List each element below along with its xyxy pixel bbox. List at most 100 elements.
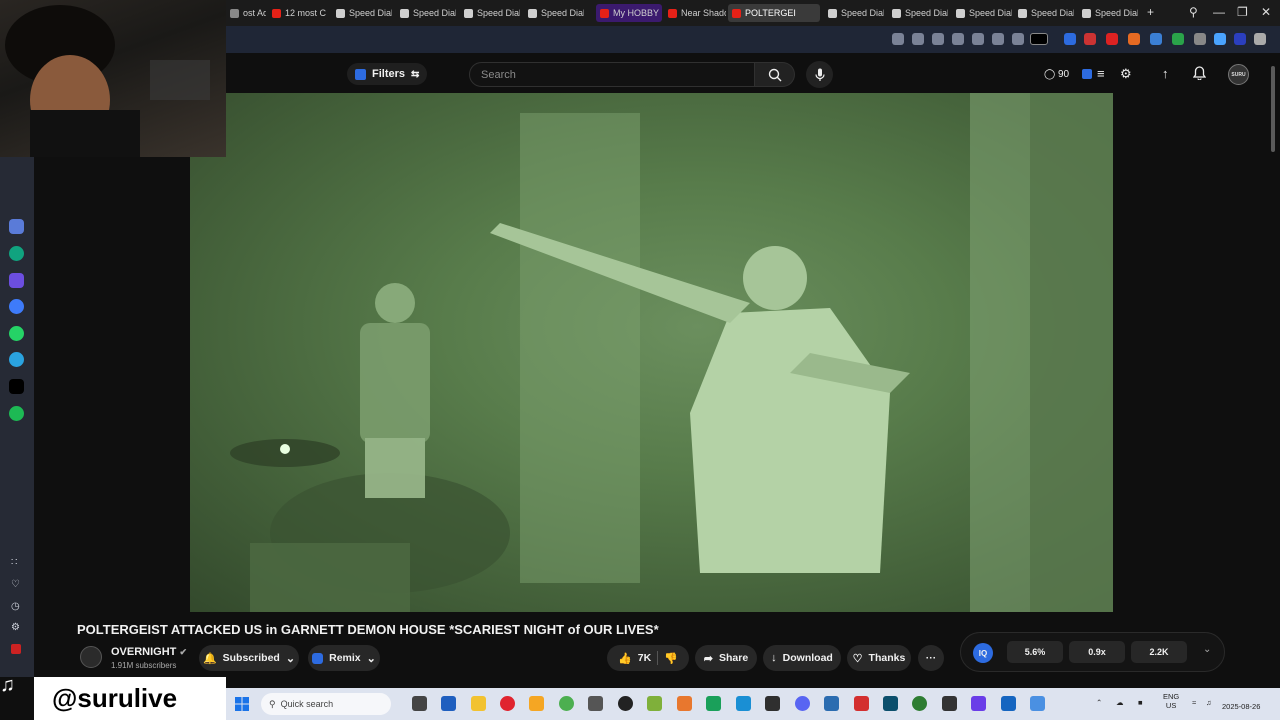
heart-icon[interactable]: ♡ bbox=[11, 579, 20, 590]
whatsapp-icon[interactable] bbox=[9, 326, 24, 341]
app-icon[interactable] bbox=[942, 696, 957, 711]
minimize-icon[interactable]: — bbox=[1213, 5, 1225, 19]
x-icon[interactable] bbox=[9, 379, 24, 394]
rss-icon[interactable] bbox=[1128, 33, 1140, 45]
volume-icon[interactable]: ♫ bbox=[1206, 698, 1212, 707]
download-button[interactable]: ↓ Download bbox=[763, 645, 841, 671]
video-player[interactable] bbox=[190, 93, 1113, 612]
channel-avatar[interactable] bbox=[80, 646, 102, 668]
extension-icon[interactable] bbox=[1194, 33, 1206, 45]
restore-icon[interactable]: ❐ bbox=[1237, 5, 1248, 19]
iq-icon[interactable] bbox=[1082, 69, 1092, 79]
windows-start-icon[interactable] bbox=[235, 697, 249, 711]
browser-tab[interactable]: Speed Dial bbox=[824, 4, 884, 22]
like-dislike-button[interactable]: 👍 7K 👎 bbox=[607, 645, 689, 671]
download-icon[interactable] bbox=[992, 33, 1004, 45]
browser-tab[interactable]: Speed Dial bbox=[1078, 4, 1138, 22]
network-icon[interactable]: ☁ bbox=[1116, 698, 1124, 707]
browser-tab[interactable]: My HOBBY bbox=[596, 4, 662, 22]
messenger-icon[interactable] bbox=[9, 299, 24, 314]
extension-icon[interactable] bbox=[1172, 33, 1184, 45]
grid-icon[interactable]: ∷ bbox=[11, 557, 17, 568]
app-icon[interactable] bbox=[706, 696, 721, 711]
iq-badge[interactable]: IQ bbox=[973, 643, 993, 663]
task-view-icon[interactable] bbox=[412, 696, 427, 711]
clock-icon[interactable]: ◷ bbox=[11, 601, 20, 612]
chevron-down-icon[interactable]: ⌄ bbox=[1203, 644, 1211, 655]
browser-tab-active[interactable]: POLTERGEI bbox=[728, 4, 820, 22]
telegram-icon[interactable] bbox=[9, 352, 24, 367]
browser-tab[interactable]: Speed Dial bbox=[524, 4, 584, 22]
extension-icon[interactable] bbox=[1064, 33, 1076, 45]
extension-icon[interactable] bbox=[1214, 33, 1226, 45]
share-button[interactable]: ➦ Share bbox=[695, 645, 757, 671]
app-icon[interactable] bbox=[1001, 696, 1016, 711]
opera-icon[interactable] bbox=[500, 696, 515, 711]
search-button[interactable] bbox=[755, 62, 795, 87]
browser-tab[interactable]: Near Shado bbox=[664, 4, 726, 22]
notification-count[interactable]: ◯ 90 bbox=[1044, 69, 1069, 80]
app-icon[interactable] bbox=[9, 273, 24, 288]
more-actions-button[interactable]: ··· bbox=[918, 645, 944, 671]
browser-tab[interactable]: Speed Dial bbox=[952, 4, 1012, 22]
voice-search-button[interactable] bbox=[806, 61, 833, 88]
app-icon[interactable] bbox=[559, 696, 574, 711]
app-icon[interactable] bbox=[588, 696, 603, 711]
app-icon[interactable] bbox=[11, 644, 21, 654]
extension-icon[interactable] bbox=[912, 33, 924, 45]
language-indicator[interactable]: ENG US bbox=[1163, 692, 1179, 710]
extension-icon[interactable]: ⚙ bbox=[1120, 66, 1132, 82]
app-icon[interactable] bbox=[971, 696, 986, 711]
app-tray-icon[interactable]: ■ bbox=[1138, 698, 1143, 707]
app-icon[interactable] bbox=[883, 696, 898, 711]
taskbar-search[interactable]: ⚲ Quick search bbox=[261, 693, 391, 715]
browser-tab[interactable]: ost Adve bbox=[226, 4, 266, 22]
channel-name[interactable]: OVERNIGHT ✔ bbox=[111, 646, 187, 658]
browser-tab[interactable]: Speed Dial bbox=[460, 4, 520, 22]
filters-button[interactable]: Filters ⇆ bbox=[347, 63, 428, 85]
app-icon[interactable] bbox=[441, 696, 456, 711]
bell-icon[interactable] bbox=[1192, 66, 1207, 83]
extension-icon[interactable] bbox=[1106, 33, 1118, 45]
extension-icon[interactable] bbox=[1254, 33, 1266, 45]
app-icon[interactable] bbox=[824, 696, 839, 711]
extension-icon[interactable] bbox=[952, 33, 964, 45]
app-icon[interactable] bbox=[765, 696, 780, 711]
heart-icon[interactable] bbox=[972, 33, 984, 45]
browser-tab[interactable]: Speed Dial bbox=[396, 4, 456, 22]
extension-icon[interactable] bbox=[892, 33, 904, 45]
upload-arrow-icon[interactable]: ↑ bbox=[1162, 66, 1169, 81]
extension-icon[interactable] bbox=[932, 33, 944, 45]
extension-icon[interactable] bbox=[1030, 33, 1048, 45]
search-input[interactable]: Search bbox=[469, 62, 755, 87]
extension-icon[interactable] bbox=[1234, 33, 1246, 45]
app-icon[interactable] bbox=[854, 696, 869, 711]
queue-icon[interactable]: ≡ bbox=[1097, 66, 1105, 81]
close-icon[interactable]: ✕ bbox=[1261, 5, 1271, 19]
menu-icon[interactable] bbox=[1012, 33, 1024, 45]
new-tab-button[interactable]: + bbox=[1147, 5, 1154, 19]
user-avatar[interactable]: SURU bbox=[1228, 64, 1249, 85]
spotify-icon[interactable] bbox=[9, 406, 24, 421]
system-date[interactable]: 2025-08-26 bbox=[1222, 702, 1260, 711]
browser-tab[interactable]: Speed Dial bbox=[1014, 4, 1074, 22]
extension-icon[interactable] bbox=[1150, 33, 1162, 45]
app-icon[interactable] bbox=[647, 696, 662, 711]
discord-icon[interactable] bbox=[795, 696, 810, 711]
thanks-button[interactable]: ♡ Thanks bbox=[847, 645, 911, 671]
settings-icon[interactable]: ⚙ bbox=[11, 622, 20, 633]
page-scrollbar[interactable] bbox=[1271, 66, 1275, 152]
wifi-icon[interactable]: ≈ bbox=[1192, 698, 1196, 707]
file-explorer-icon[interactable] bbox=[471, 696, 486, 711]
browser-tab[interactable]: Speed Dial bbox=[332, 4, 392, 22]
vlc-icon[interactable] bbox=[677, 696, 692, 711]
remix-button[interactable]: Remix ⌄ bbox=[308, 645, 380, 671]
chatgpt-icon[interactable] bbox=[9, 246, 24, 261]
app-icon[interactable] bbox=[912, 696, 927, 711]
app-icon[interactable] bbox=[529, 696, 544, 711]
subscribed-button[interactable]: 🔔 Subscribed ⌄ bbox=[199, 645, 299, 671]
app-icon[interactable] bbox=[736, 696, 751, 711]
app-icon[interactable] bbox=[1030, 696, 1045, 711]
chevron-up-icon[interactable]: ⌃ bbox=[1096, 698, 1102, 707]
browser-tab[interactable]: 12 most C bbox=[268, 4, 328, 22]
